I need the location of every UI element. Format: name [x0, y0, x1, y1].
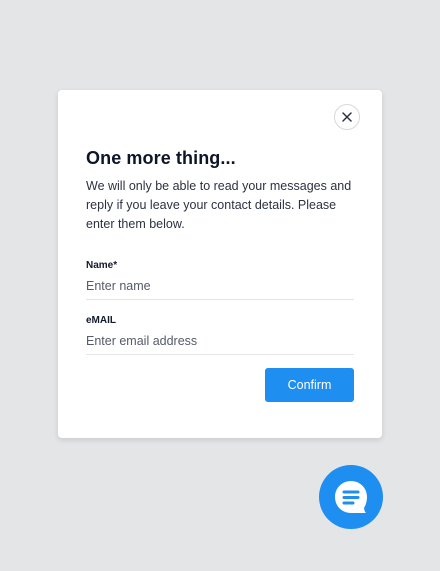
email-label: eMAIL	[86, 315, 116, 326]
contact-details-modal: One more thing... We will only be able t…	[58, 90, 382, 438]
modal-title: One more thing...	[86, 148, 236, 168]
chat-bubble-icon	[335, 481, 367, 513]
name-input[interactable]	[86, 273, 354, 300]
confirm-button[interactable]: Confirm	[265, 368, 354, 402]
close-button[interactable]	[334, 104, 360, 130]
modal-description: We will only be able to read your messag…	[86, 179, 352, 231]
name-label: Name*	[86, 260, 118, 271]
chat-launcher-button[interactable]	[319, 465, 383, 529]
email-input[interactable]	[86, 328, 354, 355]
close-icon	[342, 112, 352, 122]
